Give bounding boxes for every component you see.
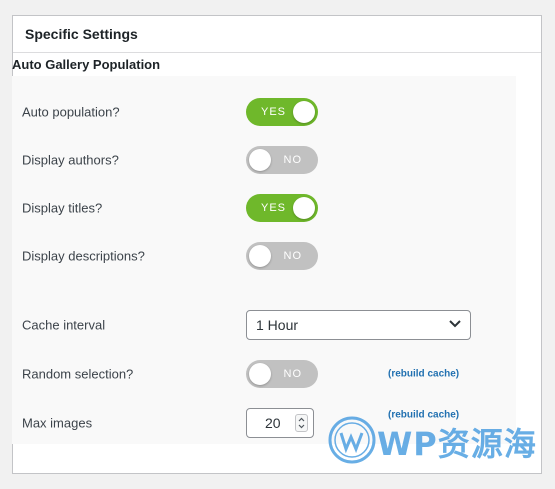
random-selection-toggle[interactable]: NO	[246, 360, 318, 388]
auto-gallery-section: Auto population? YES Display authors? NO…	[12, 76, 516, 444]
cache-interval-select[interactable]: 1 Hour	[246, 310, 471, 340]
random-selection-label: Random selection?	[22, 366, 134, 382]
chevron-down-icon	[449, 320, 461, 328]
spinner-arrows-icon[interactable]	[295, 414, 308, 432]
max-images-value: 20	[265, 415, 281, 431]
setting-row-cache-interval: Cache interval 1 Hour	[12, 305, 516, 345]
toggle-knob	[249, 149, 271, 171]
rebuild-cache-link[interactable]: (rebuild cache)	[388, 369, 459, 380]
panel-title: Specific Settings	[13, 16, 541, 53]
max-images-input[interactable]: 20	[246, 408, 314, 438]
display-authors-toggle[interactable]: NO	[246, 146, 318, 174]
toggle-knob	[293, 197, 315, 219]
cache-interval-value: 1 Hour	[256, 317, 299, 333]
setting-label: Display titles?	[22, 200, 103, 216]
setting-row-random-selection: Random selection? NO (rebuild cache)	[12, 354, 516, 394]
cache-interval-label: Cache interval	[22, 317, 106, 333]
display-titles-toggle[interactable]: YES	[246, 194, 318, 222]
toggle-knob	[249, 245, 271, 267]
setting-row-auto-population: Auto population? YES	[12, 92, 516, 132]
watermark-text: WP资源海	[377, 425, 537, 463]
toggle-state-label: NO	[283, 154, 302, 166]
toggle-state-label: YES	[261, 202, 287, 214]
toggle-state-label: NO	[283, 250, 302, 262]
setting-row-display-authors: Display authors? NO	[12, 140, 516, 180]
toggle-knob	[249, 363, 271, 385]
setting-label: Display descriptions?	[22, 248, 145, 264]
wordpress-logo-icon	[328, 416, 376, 464]
setting-row-display-titles: Display titles? YES	[12, 188, 516, 228]
setting-label: Auto population?	[22, 104, 120, 120]
toggle-state-label: NO	[283, 368, 302, 380]
watermark: WP资源海	[327, 411, 541, 469]
section-title: Auto Gallery Population	[12, 57, 161, 72]
setting-label: Display authors?	[22, 152, 119, 168]
toggle-state-label: YES	[261, 106, 287, 118]
display-descriptions-toggle[interactable]: NO	[246, 242, 318, 270]
auto-population-toggle[interactable]: YES	[246, 98, 318, 126]
setting-row-display-descriptions: Display descriptions? NO	[12, 236, 516, 276]
max-images-label: Max images	[22, 415, 93, 431]
toggle-knob	[293, 101, 315, 123]
